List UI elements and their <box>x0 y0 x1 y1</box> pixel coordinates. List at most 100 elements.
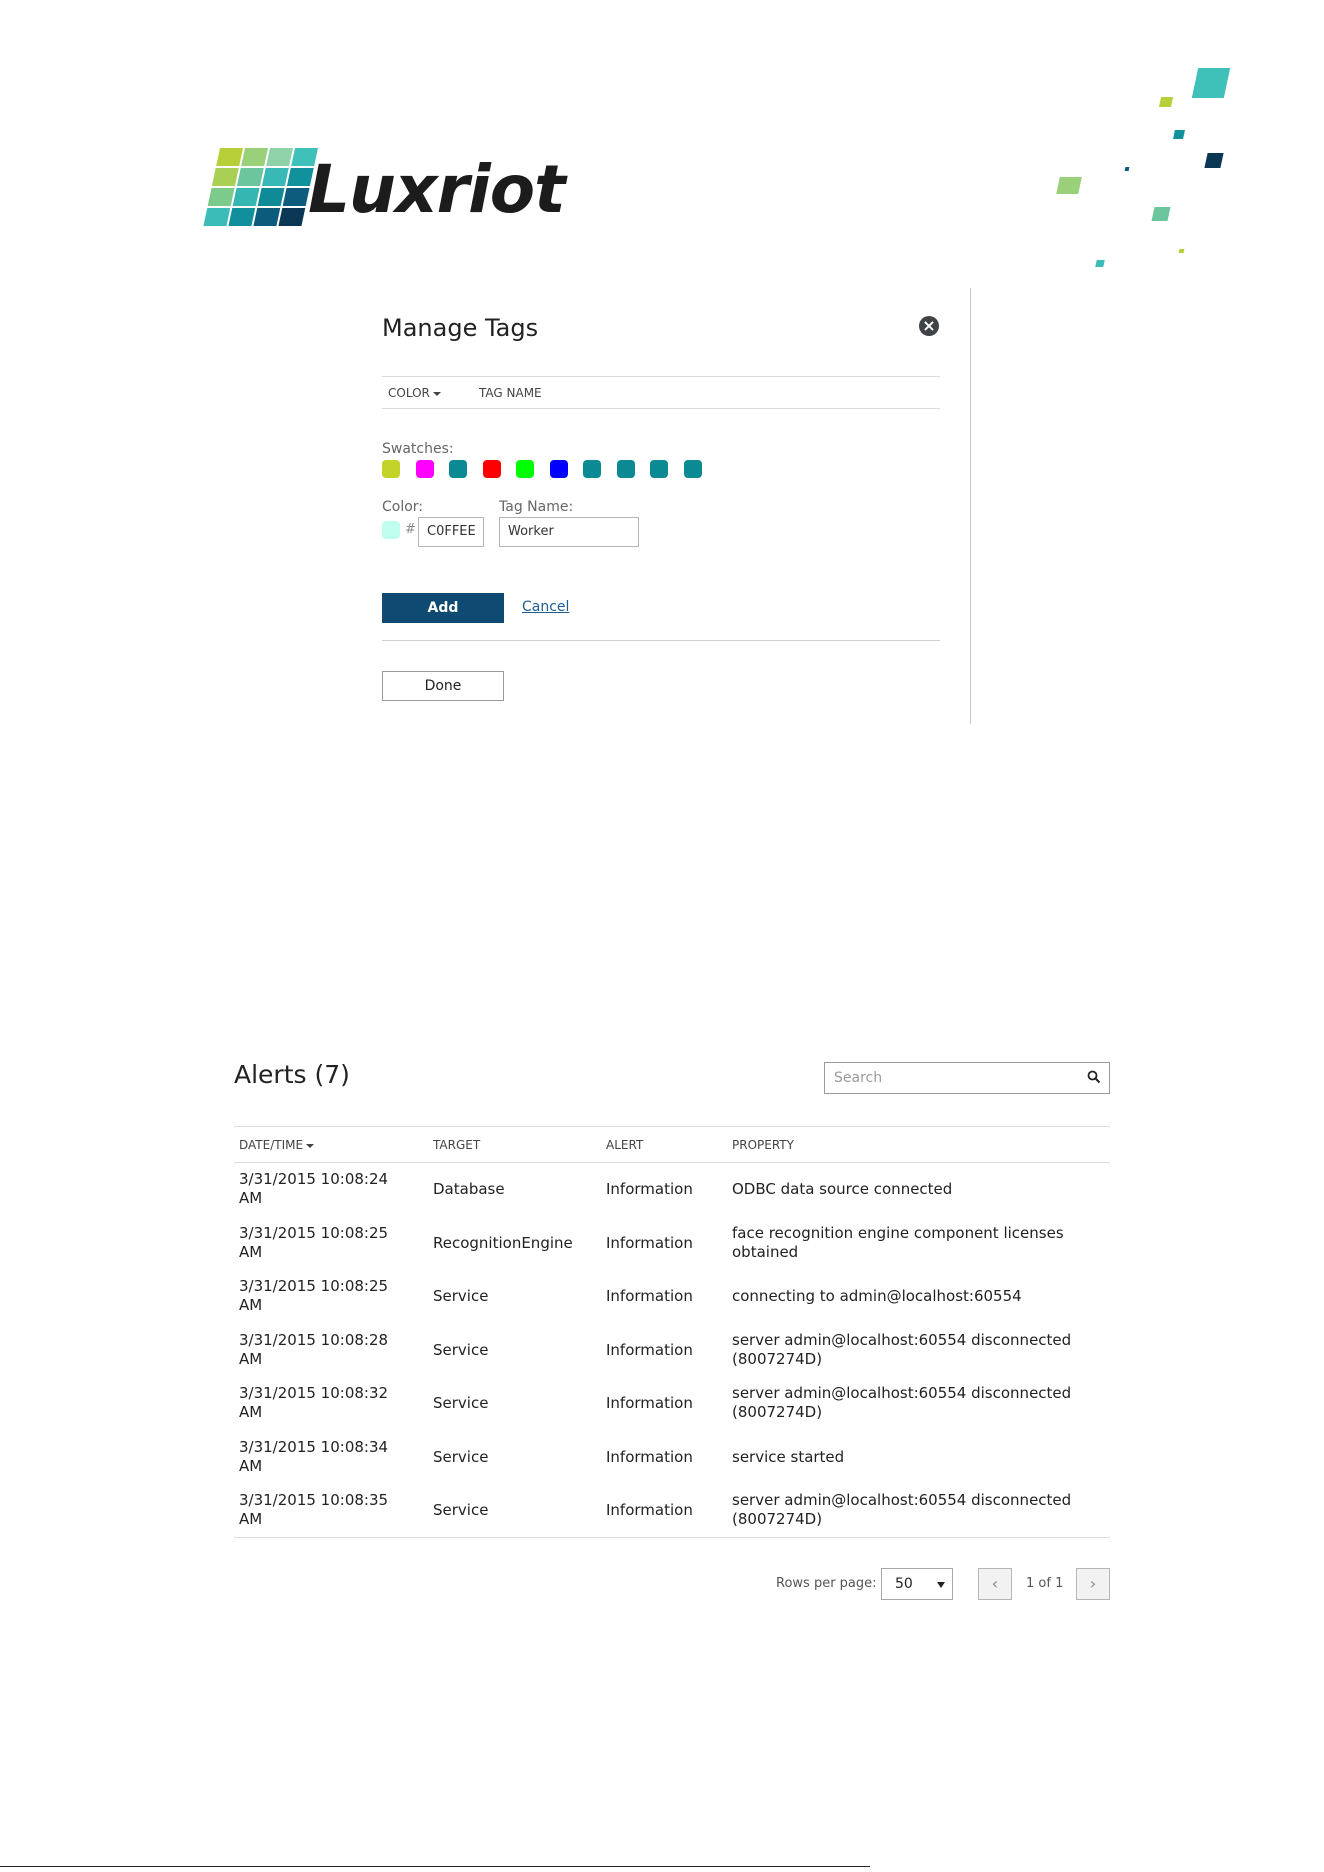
prev-page-button[interactable]: ‹ <box>978 1568 1012 1600</box>
column-header-target[interactable]: TARGET <box>433 1138 480 1152</box>
table-bottom-border <box>234 1537 1110 1538</box>
cell-datetime: 3/31/2015 10:08:35 <box>239 1491 389 1509</box>
cell-datetime-ampm: AM <box>239 1189 263 1207</box>
color-hex-input[interactable]: C0FFEE <box>418 517 484 547</box>
tag-name-label: Tag Name: <box>499 499 574 515</box>
deco-square <box>1191 68 1231 98</box>
rows-per-page-label: Rows per page: <box>776 1576 877 1591</box>
close-icon[interactable]: × <box>919 316 939 336</box>
cell-property: server admin@localhost:60554 disconnecte… <box>732 1384 1072 1402</box>
cell-target: Service <box>433 1287 489 1305</box>
deco-square <box>1151 207 1171 221</box>
hash-symbol: # <box>405 522 416 537</box>
dropdown-arrow-icon <box>937 1582 945 1588</box>
color-swatch[interactable] <box>449 460 467 478</box>
deco-square <box>1056 177 1082 194</box>
cell-alert: Information <box>606 1180 693 1198</box>
column-header-tag-name[interactable]: TAG NAME <box>479 386 542 400</box>
next-page-button[interactable]: › <box>1076 1568 1110 1600</box>
divider <box>382 408 940 409</box>
tag-name-input[interactable]: Worker <box>499 517 639 547</box>
cell-property: service started <box>732 1447 845 1466</box>
cell-target: Database <box>433 1180 505 1198</box>
luxriot-logo: Luxriot <box>200 148 566 232</box>
cell-target: Service <box>433 1394 489 1412</box>
column-header-alert[interactable]: ALERT <box>606 1138 643 1152</box>
column-header-datetime[interactable]: DATE/TIME <box>239 1138 315 1152</box>
color-swatch[interactable] <box>549 460 568 478</box>
cell-datetime: 3/31/2015 10:08:25 <box>239 1277 389 1295</box>
logo-mark-icon <box>200 148 319 228</box>
cell-datetime: 3/31/2015 10:08:34 <box>239 1437 389 1456</box>
color-swatch[interactable] <box>616 460 635 478</box>
chevron-left-icon: ‹ <box>991 1574 999 1593</box>
cell-property: face recognition engine component licens… <box>732 1223 1064 1242</box>
color-swatch[interactable] <box>415 460 434 478</box>
cell-datetime: 3/31/2015 10:08:25 <box>239 1223 389 1242</box>
alerts-title: Alerts (7) <box>234 1060 350 1089</box>
cell-alert: Information <box>606 1501 693 1519</box>
swatches-label: Swatches: <box>382 441 454 457</box>
cell-property: connecting to admin@localhost:60554 <box>732 1287 1022 1305</box>
cell-alert: Information <box>606 1340 693 1359</box>
cell-datetime: 3/31/2015 10:08:24 <box>239 1170 389 1188</box>
logo-text: Luxriot <box>308 151 566 228</box>
divider <box>382 640 940 641</box>
cell-property: ODBC data source connected <box>732 1180 953 1198</box>
cell-datetime: 3/31/2015 10:08:32 <box>239 1384 389 1402</box>
cell-alert: Information <box>606 1233 693 1252</box>
cell-property-cont: (8007274D) <box>732 1510 823 1528</box>
color-swatch[interactable] <box>650 460 668 478</box>
cell-property: server admin@localhost:60554 disconnecte… <box>732 1330 1072 1349</box>
done-button[interactable]: Done <box>382 671 504 701</box>
table-top-border <box>234 1126 1110 1127</box>
pagination-text: 1 of 1 <box>1026 1576 1064 1591</box>
manage-tags-panel: Manage Tags × COLOR TAG NAME Swatches: C… <box>382 288 972 726</box>
cell-target: Service <box>433 1340 489 1359</box>
deco-square <box>1204 153 1224 168</box>
search-placeholder: Search <box>834 1070 883 1086</box>
divider <box>382 376 940 377</box>
chevron-right-icon: › <box>1089 1574 1097 1593</box>
color-swatch[interactable] <box>583 460 601 478</box>
search-icon[interactable] <box>1087 1070 1101 1084</box>
color-swatch[interactable] <box>516 460 534 478</box>
cell-datetime-ampm: AM <box>239 1349 263 1368</box>
cell-datetime-ampm: AM <box>239 1296 263 1314</box>
deco-square <box>1178 249 1185 253</box>
cell-target: Service <box>433 1501 489 1519</box>
cell-datetime-ampm: AM <box>239 1456 263 1475</box>
panel-title: Manage Tags <box>382 314 539 342</box>
color-preview-swatch <box>382 521 400 539</box>
rows-per-page-select[interactable]: 50 <box>881 1568 953 1600</box>
column-header-property[interactable]: PROPERTY <box>732 1138 794 1152</box>
rows-per-page-value: 50 <box>895 1576 913 1592</box>
cell-property: server admin@localhost:60554 disconnecte… <box>732 1491 1072 1509</box>
cancel-link[interactable]: Cancel <box>522 599 569 615</box>
cell-datetime-ampm: AM <box>239 1242 263 1261</box>
cell-alert: Information <box>606 1394 693 1412</box>
cell-target: RecognitionEngine <box>433 1233 573 1252</box>
deco-square <box>1173 130 1185 139</box>
cell-property-cont: obtained <box>732 1242 799 1261</box>
table-header-border <box>234 1162 1110 1163</box>
color-swatch[interactable] <box>382 460 400 478</box>
cell-datetime: 3/31/2015 10:08:28 <box>239 1330 389 1349</box>
vertical-divider <box>970 288 971 724</box>
add-button[interactable]: Add <box>382 593 504 623</box>
color-label: Color: <box>382 499 424 515</box>
deco-square <box>1095 260 1105 267</box>
deco-square <box>1124 167 1130 171</box>
cell-property-cont: (8007274D) <box>732 1349 823 1368</box>
page-bottom-rule <box>0 1866 870 1867</box>
column-header-color[interactable]: COLOR <box>388 386 441 400</box>
cell-property-cont: (8007274D) <box>732 1403 823 1421</box>
color-swatch[interactable] <box>482 460 501 478</box>
search-input[interactable]: Search <box>824 1062 1110 1094</box>
sort-caret-icon <box>432 391 441 396</box>
sort-caret-icon <box>306 1143 315 1148</box>
cell-alert: Information <box>606 1287 693 1305</box>
cell-datetime-ampm: AM <box>239 1510 263 1528</box>
color-swatch[interactable] <box>683 460 702 478</box>
cell-alert: Information <box>606 1447 693 1466</box>
